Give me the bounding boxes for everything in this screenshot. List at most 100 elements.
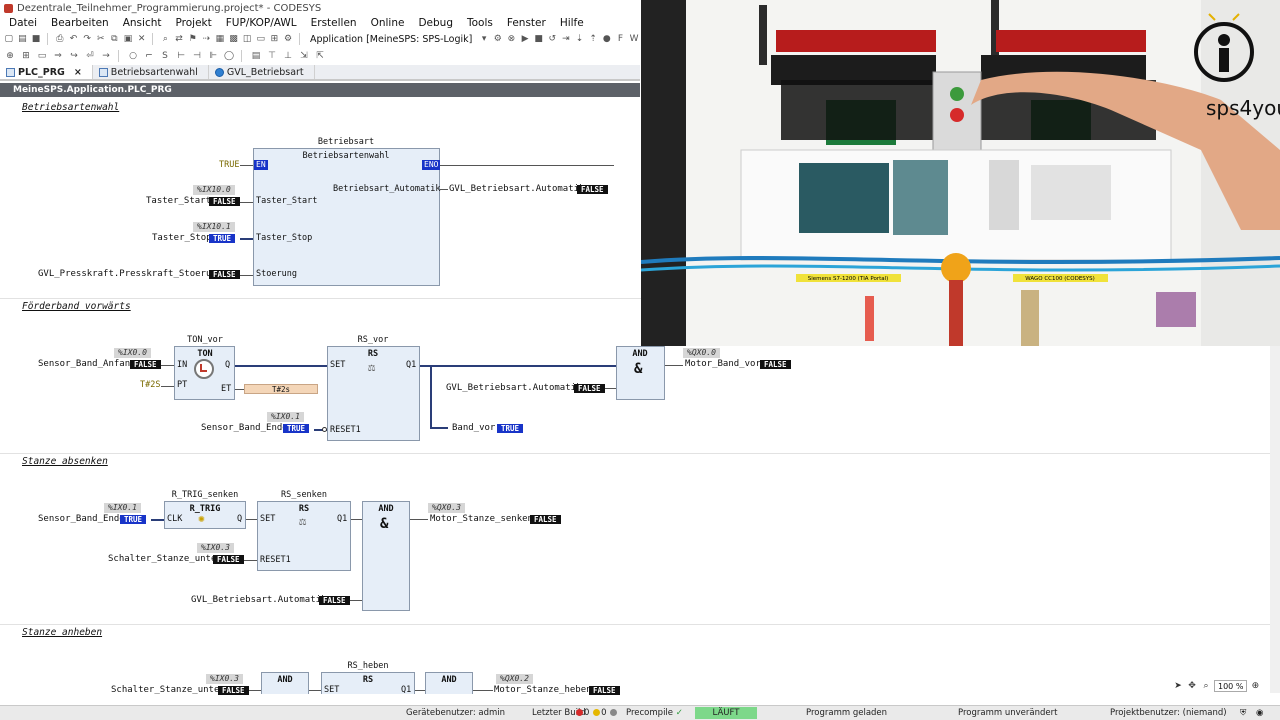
fb-instance-name[interactable]: TON_vor [187, 335, 223, 345]
network-1-title[interactable]: Betriebsartenwahl [22, 102, 119, 113]
print-icon[interactable]: ⎙ [54, 33, 66, 45]
build-icon[interactable]: ▦ [214, 33, 226, 45]
insert-assignment-icon[interactable]: ⇒ [51, 50, 65, 62]
online-value[interactable]: FALSE [319, 596, 350, 605]
align-icon[interactable]: ⇲ [297, 50, 311, 62]
coil-icon[interactable]: ◯ [222, 50, 236, 62]
zoom-area-icon[interactable]: ⌕ [1200, 680, 1212, 692]
insert-network-below-icon[interactable]: ⊞ [19, 50, 33, 62]
contact-icon[interactable]: ⊩ [206, 50, 220, 62]
output-variable[interactable]: Band_vor [452, 423, 495, 433]
cut-icon[interactable]: ✂ [95, 33, 107, 45]
input-variable[interactable]: Sensor_Band_Ende [201, 423, 288, 433]
online-value[interactable]: FALSE [130, 360, 161, 369]
online-value[interactable]: TRUE [209, 234, 236, 243]
set-reset-icon[interactable]: S [158, 50, 172, 62]
fb-instance-name[interactable]: RS_senken [281, 490, 327, 500]
online-value[interactable]: FALSE [530, 515, 561, 524]
output-variable[interactable]: Motor_Stanze_senken [430, 514, 533, 524]
branch-icon[interactable]: ⊢ [174, 50, 188, 62]
fb-instance-name[interactable]: Betriebsart [318, 137, 374, 147]
chevron-down-icon[interactable]: ▾ [478, 33, 490, 45]
label-icon[interactable]: ⊤ [265, 50, 279, 62]
menu-erstellen[interactable]: Erstellen [302, 17, 362, 29]
negate-icon[interactable]: ○ [126, 50, 140, 62]
compile-icon[interactable]: ◫ [241, 33, 253, 45]
move-icon[interactable]: ✥ [1186, 680, 1198, 692]
login-icon[interactable]: ⚙ [492, 33, 504, 45]
parallel-branch-icon[interactable]: ⊣ [190, 50, 204, 62]
online-value[interactable]: FALSE [574, 384, 605, 393]
elapsed-time-value[interactable]: T#2s [244, 384, 318, 394]
menu-projekt[interactable]: Projekt [167, 17, 217, 29]
output-variable[interactable]: GVL_Betriebsart.Automatik [449, 184, 584, 194]
shield-icon[interactable]: ⛨ [1240, 708, 1246, 718]
toggle-view-icon[interactable]: ⊥ [281, 50, 295, 62]
force-icon[interactable]: F [615, 33, 627, 45]
online-value[interactable]: TRUE [120, 515, 147, 524]
undo-icon[interactable]: ↶ [68, 33, 80, 45]
input-variable[interactable]: GVL_Betriebsart.Automatik [191, 595, 326, 605]
online-value[interactable]: TRUE [283, 424, 310, 433]
zoom-level[interactable]: 100 % [1214, 680, 1248, 692]
notification-icon[interactable]: ◉ [1256, 708, 1263, 718]
precompile-status[interactable]: Precompile ✓ [626, 708, 683, 718]
stop-icon[interactable]: ■ [533, 33, 545, 45]
active-application-selector[interactable]: Application [MeineSPS: SPS-Logik] [306, 34, 476, 45]
copy-icon[interactable]: ⧉ [109, 33, 121, 45]
delete-icon[interactable]: ✕ [136, 33, 148, 45]
fb-instance-name[interactable]: R_TRIG_senken [172, 490, 239, 500]
close-icon[interactable]: × [74, 67, 82, 78]
input-variable[interactable]: Taster_Stop [152, 233, 212, 243]
menu-fenster[interactable]: Fenster [498, 17, 551, 29]
reset-icon[interactable]: ↺ [547, 33, 559, 45]
menu-fup-kop-awl[interactable]: FUP/KOP/AWL [217, 17, 302, 29]
online-value[interactable]: FALSE [760, 360, 791, 369]
open-folder-icon[interactable]: ▤ [17, 33, 29, 45]
write-icon[interactable]: W [628, 33, 640, 45]
insert-network-icon[interactable]: ⊕ [3, 50, 17, 62]
paste-icon[interactable]: ▣ [122, 33, 134, 45]
bookmark-icon[interactable]: ⚑ [187, 33, 199, 45]
redo-icon[interactable]: ↷ [81, 33, 93, 45]
online-value[interactable]: FALSE [209, 270, 240, 279]
menu-bearbeiten[interactable]: Bearbeiten [42, 17, 114, 29]
input-variable[interactable]: GVL_Betriebsart.Automatik [446, 383, 581, 393]
insert-jump-icon[interactable]: ↪ [67, 50, 81, 62]
menu-online[interactable]: Online [362, 17, 410, 29]
tab-plc-prg[interactable]: PLC_PRG × [0, 65, 93, 79]
zoom-icon[interactable]: ⊕ [1249, 680, 1261, 692]
step-out-icon[interactable]: ⇡ [587, 33, 599, 45]
logout-icon[interactable]: ⊗ [506, 33, 518, 45]
find-icon[interactable]: ⌕ [160, 33, 172, 45]
goto-icon[interactable]: ⇢ [200, 33, 212, 45]
breakpoint-icon[interactable]: ● [601, 33, 613, 45]
start-icon[interactable]: ▶ [519, 33, 531, 45]
input-variable[interactable]: Schalter_Stanze_unten [111, 685, 225, 695]
step-into-icon[interactable]: ⇣ [574, 33, 586, 45]
edge-detect-icon[interactable]: ⌐ [142, 50, 156, 62]
step-over-icon[interactable]: ⇥ [560, 33, 572, 45]
menu-datei[interactable]: Datei [0, 17, 42, 29]
network-3-title[interactable]: Stanze absenken [22, 456, 108, 467]
rebuild-icon[interactable]: ▩ [228, 33, 240, 45]
fb-instance-name[interactable]: RS_heben [348, 661, 389, 671]
input-variable[interactable]: Sensor_Band_Anfang [38, 359, 136, 369]
online-value[interactable]: FALSE [589, 686, 620, 695]
online-value[interactable]: FALSE [213, 555, 244, 564]
menu-tools[interactable]: Tools [458, 17, 498, 29]
comment-icon[interactable]: ▤ [249, 50, 263, 62]
en-constant[interactable]: TRUE [219, 160, 239, 170]
settings-icon[interactable]: ⚙ [282, 33, 294, 45]
insert-box-icon[interactable]: ▭ [35, 50, 49, 62]
select-pointer-icon[interactable]: ➤ [1172, 680, 1184, 692]
output-variable[interactable]: Motor_Stanze_heben [494, 685, 592, 695]
input-variable[interactable]: Sensor_Band_Ende [38, 514, 125, 524]
menu-debug[interactable]: Debug [409, 17, 458, 29]
replace-icon[interactable]: ⇄ [173, 33, 185, 45]
insert-return-icon[interactable]: ⏎ [83, 50, 97, 62]
online-value[interactable]: FALSE [209, 197, 240, 206]
tab-gvl-betriebsart[interactable]: GVL_Betriebsart [209, 65, 315, 79]
insert-input-icon[interactable]: → [99, 50, 113, 62]
input-variable[interactable]: GVL_Presskraft.Presskraft_Stoerung [38, 269, 222, 279]
